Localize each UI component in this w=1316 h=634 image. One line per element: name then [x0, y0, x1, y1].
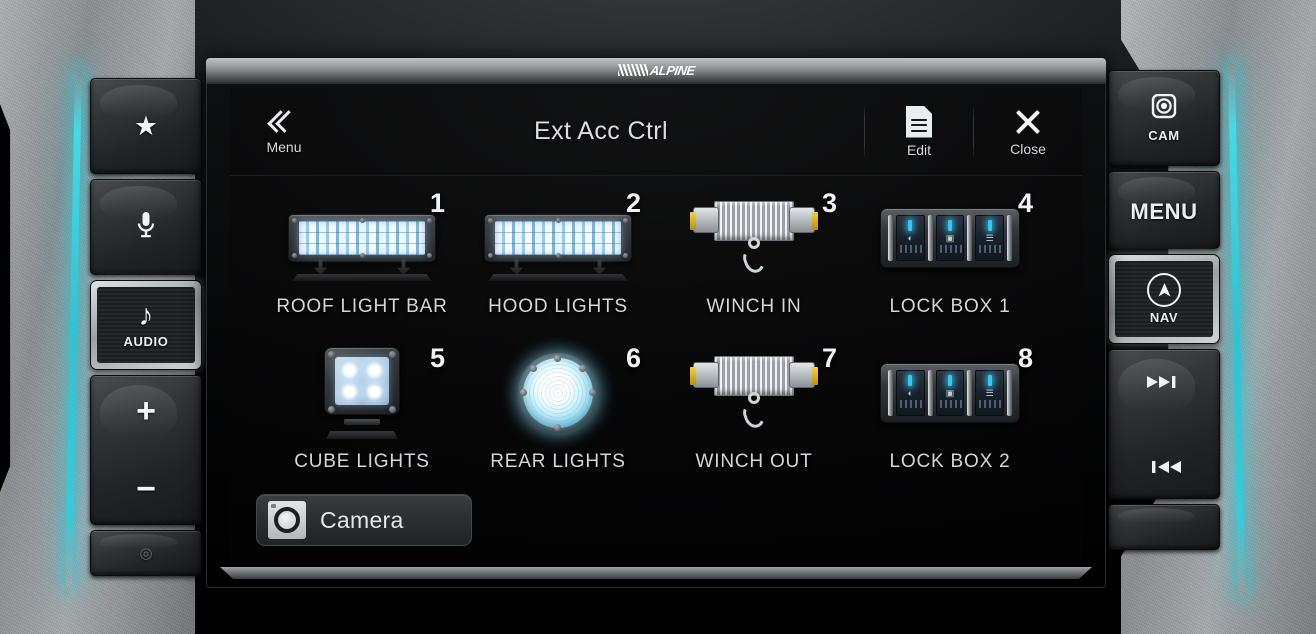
accessory-item-winch-in[interactable]: 3 WINCH IN: [656, 188, 852, 347]
star-icon: ★: [133, 110, 159, 141]
accessory-item-winch-out[interactable]: 7 WINCH OUT: [656, 343, 852, 502]
accessory-label: WINCH OUT: [695, 451, 813, 472]
accessory-label: LOCK BOX 2: [889, 451, 1011, 472]
accessory-label: CUBE LIGHTS: [294, 451, 430, 472]
accessory-item-hood-lights[interactable]: 2 HOOD LIGHTS: [460, 188, 656, 347]
bezel-bottom-trim: [220, 567, 1092, 579]
menu-back-button[interactable]: Menu: [230, 88, 338, 175]
camera-icon: [1149, 93, 1179, 125]
screen-header: Menu Ext Acc Ctrl Edit Close: [230, 88, 1082, 176]
minus-icon[interactable]: −: [136, 472, 156, 506]
menu-button[interactable]: MENU: [1108, 171, 1220, 249]
accessory-grid: 1 ROOF LIGHT BAR 2 HOOD LIGHTS 3 WINCH I…: [230, 176, 1082, 502]
menu-back-label: Menu: [266, 138, 302, 155]
cube-light-icon: 5: [277, 343, 447, 439]
accessory-number: 7: [821, 343, 837, 373]
left-button-column: ★ ♪ AUDIO + − ◎: [90, 78, 202, 598]
accessory-number: 8: [1017, 343, 1033, 373]
nav-button[interactable]: NAV: [1108, 254, 1220, 344]
power-button[interactable]: ◎: [90, 530, 202, 576]
accessory-number: 4: [1017, 188, 1033, 218]
right-blank-button[interactable]: [1108, 504, 1220, 550]
audio-button[interactable]: ♪ AUDIO: [90, 280, 202, 370]
accessory-item-rear-lights[interactable]: 6 REAR LIGHTS: [460, 335, 656, 502]
right-button-column: CAM MENU NAV: [1108, 70, 1220, 600]
alpine-bars-icon: [617, 64, 648, 76]
menu-button-label: MENU: [1130, 198, 1198, 224]
nav-arrow-icon: [1147, 273, 1181, 307]
accessory-label: HOOD LIGHTS: [488, 296, 628, 317]
voice-button[interactable]: [90, 179, 202, 275]
track-rocker[interactable]: [1108, 349, 1220, 499]
accessory-number: 2: [625, 188, 641, 218]
close-button[interactable]: Close: [974, 88, 1082, 175]
microphone-icon: [136, 211, 156, 244]
accessory-item-lock-box-1[interactable]: ◐ ▣ ☰ 4 LOCK BOX 1: [852, 188, 1048, 347]
accessory-item-roof-light-bar[interactable]: 1 ROOF LIGHT BAR: [264, 188, 460, 347]
accessory-number: 1: [429, 188, 445, 218]
page-title: Ext Acc Ctrl: [534, 117, 668, 145]
close-icon: [1013, 107, 1043, 137]
volume-rocker[interactable]: + −: [90, 375, 202, 525]
accessory-label: LOCK BOX 1: [889, 296, 1011, 317]
accessory-label: WINCH IN: [706, 296, 802, 317]
switch-panel-icon: ◐ ▣ ☰ 4: [865, 188, 1035, 284]
lcd-screen: Menu Ext Acc Ctrl Edit Close 1 ROOF LIGH…: [230, 88, 1082, 558]
camera-button-label: Camera: [320, 506, 404, 533]
camera-lens-icon: [268, 501, 306, 539]
light-bar-icon: 2: [473, 188, 643, 284]
nav-button-label: NAV: [1149, 310, 1179, 325]
audio-button-label: AUDIO: [123, 334, 169, 349]
accessory-number: 5: [429, 343, 445, 373]
cam-button[interactable]: CAM: [1108, 70, 1220, 166]
bezel-top-trim: ALPINE: [206, 58, 1106, 84]
next-track-icon[interactable]: [1146, 368, 1182, 395]
winch-icon: 7: [669, 343, 839, 439]
cam-button-label: CAM: [1148, 127, 1180, 143]
winch-icon: 3: [669, 188, 839, 284]
plus-icon[interactable]: +: [136, 394, 156, 428]
accessory-number: 3: [821, 188, 837, 218]
accessory-label: REAR LIGHTS: [490, 451, 626, 472]
document-icon: [906, 105, 932, 138]
music-note-icon: ♪: [138, 299, 154, 332]
accessory-item-cube-lights[interactable]: 5 CUBE LIGHTS: [264, 343, 460, 502]
close-label: Close: [1010, 140, 1046, 157]
switch-panel-icon: ◐ ▣ ☰ 8: [865, 343, 1035, 439]
round-light-icon: 6: [473, 335, 643, 451]
accessory-label: ROOF LIGHT BAR: [276, 296, 448, 317]
power-icon: ◎: [139, 544, 153, 562]
favorites-button[interactable]: ★: [90, 78, 202, 174]
alpine-logo: ALPINE: [617, 62, 696, 78]
camera-button[interactable]: Camera: [256, 494, 472, 546]
head-unit-dashboard: ★ ♪ AUDIO + − ◎ CAM MENU NAV ALPINE Menu…: [0, 0, 1316, 634]
prev-track-icon[interactable]: [1146, 453, 1182, 480]
accessory-item-lock-box-2[interactable]: ◐ ▣ ☰ 8 LOCK BOX 2: [852, 343, 1048, 502]
double-chevron-left-icon: [267, 109, 298, 135]
alpine-wordmark: ALPINE: [648, 62, 696, 78]
accessory-number: 6: [625, 343, 641, 373]
edit-button[interactable]: Edit: [865, 88, 973, 175]
light-bar-icon: 1: [277, 188, 447, 284]
screen-bezel: ALPINE Menu Ext Acc Ctrl Edit Close 1 RO…: [206, 58, 1106, 588]
edit-label: Edit: [906, 141, 932, 158]
